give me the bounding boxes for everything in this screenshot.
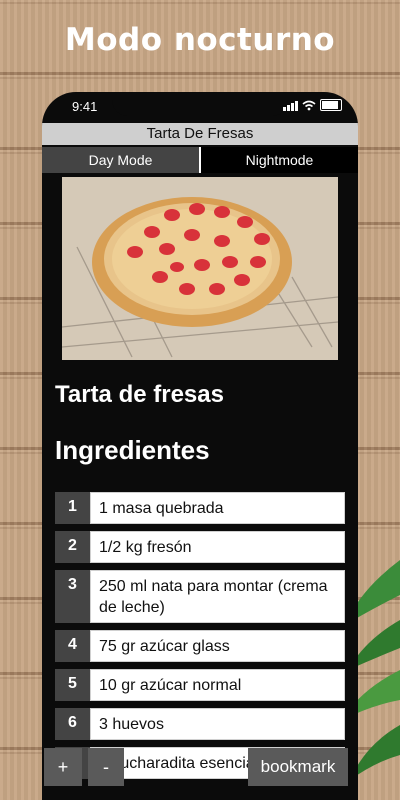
strawberry-tart-photo — [62, 177, 338, 360]
ingredient-number: 5 — [55, 669, 90, 701]
list-item: 1 1 masa quebrada — [55, 492, 345, 524]
ingredient-text: 1/2 kg fresón — [90, 531, 345, 563]
ingredient-number: 1 — [55, 492, 90, 524]
status-time: 9:41 — [72, 99, 98, 114]
list-item: 5 10 gr azúcar normal — [55, 669, 345, 701]
battery-icon — [320, 99, 342, 111]
tab-day-mode[interactable]: Day Mode — [42, 147, 199, 173]
ingredient-list: 1 1 masa quebrada 2 1/2 kg fresón 3 250 … — [55, 492, 345, 786]
tab-nightmode[interactable]: Nightmode — [199, 147, 358, 173]
ingredient-number: 2 — [55, 531, 90, 563]
zoom-in-button[interactable]: + — [44, 748, 82, 786]
ingredient-text: 250 ml nata para montar (crema de leche) — [90, 570, 345, 623]
mode-tabs: Day Mode Nightmode — [42, 147, 358, 173]
bottom-controls: + - bookmark — [42, 747, 358, 793]
ingredient-number: 6 — [55, 708, 90, 740]
ingredient-number: 4 — [55, 630, 90, 662]
list-item: 4 75 gr azúcar glass — [55, 630, 345, 662]
status-icons — [283, 99, 342, 111]
section-title: Ingredientes — [55, 435, 210, 465]
list-item: 2 1/2 kg fresón — [55, 531, 345, 563]
phone-frame: 9:41 Tarta De Fresas Day Mode Nightmode — [42, 92, 358, 800]
status-bar: 9:41 — [42, 92, 358, 120]
wifi-icon — [302, 100, 316, 110]
ingredient-text: 3 huevos — [90, 708, 345, 740]
ingredient-text: 1 masa quebrada — [90, 492, 345, 524]
zoom-out-button[interactable]: - — [88, 748, 124, 786]
ingredient-text: 75 gr azúcar glass — [90, 630, 345, 662]
list-item: 6 3 huevos — [55, 708, 345, 740]
ingredient-text: 10 gr azúcar normal — [90, 669, 345, 701]
recipe-title: Tarta de fresas — [55, 381, 224, 408]
signal-icon — [283, 100, 298, 111]
list-item: 3 250 ml nata para montar (crema de lech… — [55, 570, 345, 623]
ingredient-number: 3 — [55, 570, 90, 623]
app-title-bar: Tarta De Fresas — [42, 123, 358, 145]
headline: Modo nocturno — [64, 22, 336, 58]
bookmark-button[interactable]: bookmark — [248, 748, 348, 786]
